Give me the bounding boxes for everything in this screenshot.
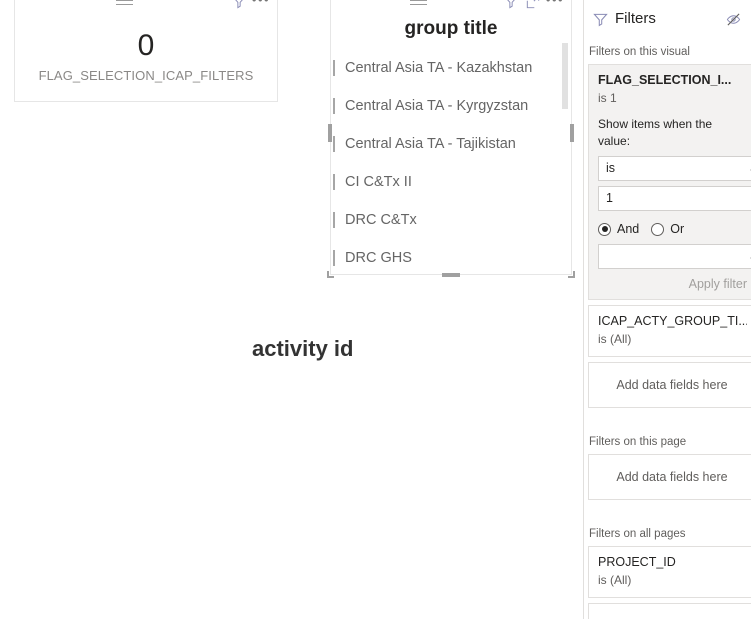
filter-card-icap-acty-group[interactable]: ICAP_ACTY_GROUP_TI... is (All) [588,305,751,357]
more-options-icon[interactable]: ••• [545,0,565,12]
filter-operator-select[interactable]: is [598,156,751,181]
slicer-item-label: DRC GHS [345,250,412,266]
filter-apply-row: Apply filter [598,276,747,293]
slicer-list-item[interactable]: Central Asia TA - Kyrgyzstan [333,87,571,125]
slicer-list-item[interactable]: Central Asia TA - Tajikistan [333,125,571,163]
filter-funnel-icon[interactable] [229,0,249,12]
slicer-list-item[interactable]: DRC GHS [333,239,571,274]
resize-handle-bottom[interactable] [442,273,460,277]
drag-handle-icon[interactable] [113,0,135,12]
slicer-title: group title [404,18,498,39]
focus-mode-icon[interactable] [523,0,543,12]
visual-filters-dropzone[interactable]: Add data fields here [588,362,751,408]
slicer-bullet-icon [333,98,335,114]
report-canvas: ••• 0 FLAG_SELECTION_ICAP_FILTERS [0,0,583,619]
drag-handle-icon[interactable] [407,0,429,12]
card-visual-flag-selection[interactable]: ••• 0 FLAG_SELECTION_ICAP_FILTERS [14,0,278,102]
filter-card-flag-selection[interactable]: FLAG_SELECTION_I... is 1 Show items when… [588,64,751,300]
textbox-activity-id[interactable]: activity id [252,334,353,364]
slicer-item-label: Central Asia TA - Kyrgyzstan [345,98,529,114]
filter-operator-value: is [606,161,616,175]
section-label-page-filters: Filters on this page [589,436,687,448]
filter-state-text: is 1 [598,91,617,105]
slicer-bullet-icon [333,60,335,76]
filter-state-text: is (All) [598,332,632,346]
filter-conjunction-group: And Or [598,220,747,238]
filters-pane-header: Filters [584,0,751,38]
filter-field-name: ICAP_ACTY_GROUP_TI... [598,314,747,328]
filter-second-operator-select[interactable] [598,244,751,269]
card-visual-body: 0 FLAG_SELECTION_ICAP_FILTERS [15,13,277,101]
slicer-scrollbar-thumb[interactable] [562,43,568,109]
filter-operand-input[interactable]: 1 [598,186,751,211]
filter-field-name: PROJECT_ID [598,555,676,569]
filter-field-name: FLAG_SELECTION_I... [598,73,732,87]
eye-slash-icon[interactable] [723,9,743,29]
filters-pane: Filters Filters on this visual FLAG_SELE… [583,0,751,619]
dropzone-label: Add data fields here [616,377,728,392]
resize-handle-right[interactable] [570,123,574,142]
radio-and[interactable] [598,222,611,236]
slicer-list-item[interactable]: Central Asia TA - Kazakhstan [333,49,571,87]
slicer-item-list: Central Asia TA - Kazakhstan Central Asi… [331,49,571,274]
filter-card-project-id[interactable]: PROJECT_ID is (All) [588,546,751,598]
radio-or-label: Or [670,221,685,236]
resize-handle-bottom-right[interactable] [568,271,575,278]
slicer-list-item[interactable]: CI C&Tx II [333,163,571,201]
resize-handle-left[interactable] [328,123,332,142]
filter-operand-value: 1 [606,191,613,205]
more-options-icon[interactable]: ••• [251,0,271,12]
more-options-glyph: ••• [546,0,564,9]
section-label-all-pages-filters: Filters on all pages [589,528,686,540]
card-visual-header: ••• [15,0,277,13]
section-label-visual-filters: Filters on this visual [589,46,690,58]
all-pages-filters-dropzone[interactable] [588,603,751,619]
filters-pane-title: Filters [615,10,656,27]
slicer-visual-header: ••• [331,0,571,13]
card-value: 0 [137,29,155,62]
slicer-bullet-icon [333,174,335,190]
slicer-bullet-icon [333,212,335,228]
slicer-item-label: CI C&Tx II [345,174,412,190]
filter-state-text: is (All) [598,573,632,587]
slicer-item-label: DRC C&Tx [345,212,417,228]
resize-handle-bottom-left[interactable] [327,271,334,278]
apply-filter-button[interactable]: Apply filter [689,276,747,293]
page-filters-dropzone[interactable]: Add data fields here [588,454,751,500]
slicer-bullet-icon [333,250,335,266]
slicer-list-item[interactable]: DRC C&Tx [333,201,571,239]
more-options-glyph: ••• [252,0,270,9]
card-label: FLAG_SELECTION_ICAP_FILTERS [38,68,254,83]
radio-or[interactable] [651,222,665,236]
filter-condition-label: Show items when the value: [598,117,713,148]
radio-and-label: And [617,221,640,236]
slicer-item-label: Central Asia TA - Kazakhstan [345,60,533,76]
filter-funnel-icon[interactable] [501,0,521,12]
slicer-visual-group-title[interactable]: ••• group title Central Asia TA - Kazakh… [327,0,575,278]
dropzone-label: Add data fields here [616,469,728,484]
slicer-body: group title Central Asia TA - Kazakhstan… [331,13,571,274]
slicer-bullet-icon [333,136,335,152]
filter-funnel-icon [590,9,610,29]
slicer-item-label: Central Asia TA - Tajikistan [345,136,516,152]
